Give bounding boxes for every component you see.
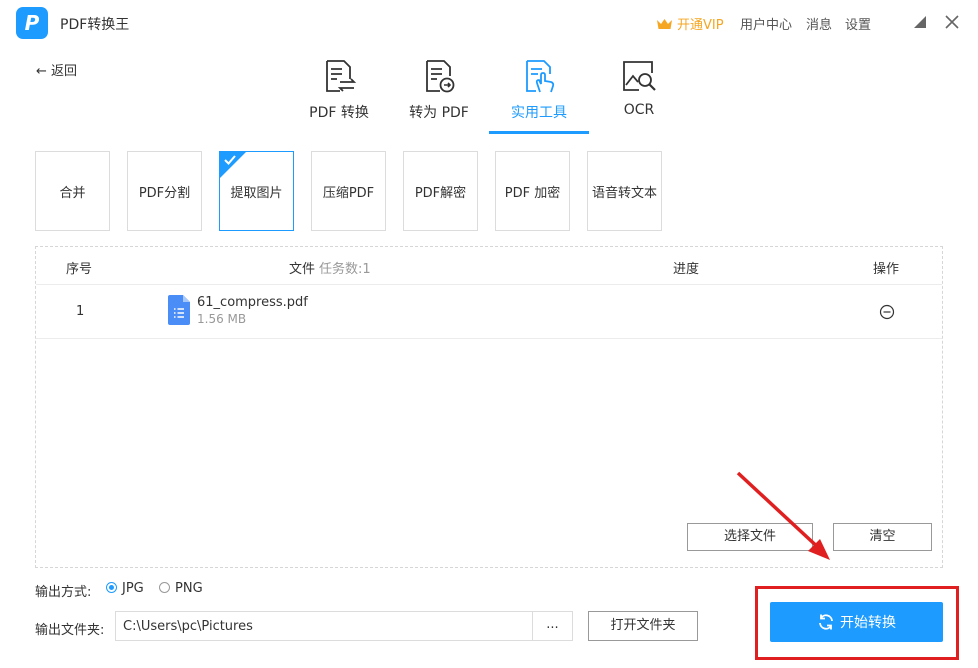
col-action: 操作 [873,262,900,277]
check-icon [224,155,236,165]
output-folder-path: C:\Users\pc\Pictures [123,619,253,634]
table-header: 序号 文件 任务数:1 进度 操作 [36,247,942,285]
output-format-label: 输出方式: [35,585,92,600]
tab-pdf-convert[interactable]: PDF 转换 [289,58,389,134]
document-icon [168,295,190,325]
output-folder-field[interactable]: C:\Users\pc\Pictures ... [115,611,573,641]
col-progress: 进度 [673,262,700,277]
col-file: 文件 任务数:1 [289,262,371,277]
messages-link[interactable]: 消息 [806,14,832,33]
user-center-link[interactable]: 用户中心 [740,14,792,33]
title-bar: P PDF转换王 开通VIP 用户中心 消息 设置 [0,0,978,46]
tab-ocr-label: OCR [623,102,655,118]
back-label: 返回 [51,64,78,79]
close-icon[interactable] [944,14,960,30]
ocr-icon [623,61,656,91]
radio-unchecked-icon [159,582,170,593]
tool-encrypt[interactable]: PDF 加密 [495,151,570,231]
output-folder-label: 输出文件夹: [35,623,105,638]
active-tab-indicator [489,131,589,134]
tools-icon [526,60,555,93]
vip-button[interactable]: 开通VIP [656,14,724,33]
pdf-convert-icon [326,60,357,92]
tab-to-pdf[interactable]: 转为 PDF [389,58,489,134]
minimize-icon[interactable] [912,14,928,30]
vip-label: 开通VIP [677,18,724,33]
app-title: PDF转换王 [60,17,130,33]
file-list-panel: 序号 文件 任务数:1 进度 操作 1 61_compress.pdf 1.56 … [35,246,943,568]
tab-tools[interactable]: 实用工具 [489,58,589,134]
clear-button[interactable]: 清空 [833,523,932,551]
start-convert-button[interactable]: 开始转换 [770,602,943,642]
file-name: 61_compress.pdf [197,295,308,310]
back-button[interactable]: ← 返回 [36,60,77,79]
start-convert-label: 开始转换 [840,615,896,631]
crown-icon [657,19,672,29]
tool-extract-images[interactable]: 提取图片 [219,151,294,231]
tab-ocr[interactable]: OCR [589,58,689,134]
col-index: 序号 [66,262,93,277]
radio-jpg[interactable]: JPG [106,581,144,596]
remove-circle-icon[interactable] [879,304,895,320]
browse-button[interactable]: ... [532,612,572,640]
task-count: 任务数:1 [319,262,371,277]
tab-to-pdf-label: 转为 PDF [409,105,469,121]
row-index: 1 [76,304,85,319]
tool-compress[interactable]: 压缩PDF [311,151,386,231]
table-row: 1 61_compress.pdf 1.56 MB [36,285,942,339]
tool-merge[interactable]: 合并 [35,151,110,231]
settings-link[interactable]: 设置 [845,14,871,33]
tab-pdf-convert-label: PDF 转换 [309,105,369,121]
file-size: 1.56 MB [197,312,247,326]
tab-tools-label: 实用工具 [511,105,567,121]
select-file-button[interactable]: 选择文件 [687,523,813,551]
app-logo: P [16,7,48,39]
tool-speech-to-text[interactable]: 语音转文本 [587,151,662,231]
open-folder-button[interactable]: 打开文件夹 [588,611,698,641]
arrow-left-icon: ← [36,64,47,79]
tool-split[interactable]: PDF分割 [127,151,202,231]
radio-png[interactable]: PNG [159,581,203,596]
to-pdf-icon [426,60,455,93]
tool-extract-images-label: 提取图片 [230,185,283,201]
tool-decrypt[interactable]: PDF解密 [403,151,478,231]
refresh-icon [819,614,833,630]
radio-checked-icon [106,582,117,593]
